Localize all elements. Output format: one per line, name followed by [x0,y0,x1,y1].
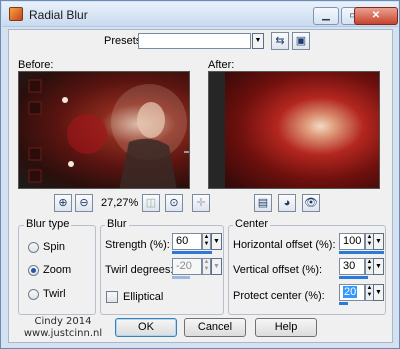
strength-slider[interactable] [172,251,212,254]
strength-label: Strength (%): [105,239,170,251]
proof-icon[interactable]: ◕ [278,194,296,212]
watermark: Cindy 2014 www.justcinn.nl [23,316,103,340]
zoom-actual-icon[interactable]: ⊙ [165,194,183,212]
after-preview-image [225,72,379,188]
elliptical-label: Elliptical [123,291,164,303]
protect-center-label: Protect center (%): [233,290,325,302]
dialog-client: Presets: ▼ ⇆ ▣ Before: After: ⊕ ⊖ 27,27%… [8,29,393,343]
watermark-line-2: www.justcinn.nl [23,328,103,339]
strength-dropdown[interactable]: ▼ [211,233,222,250]
twirl-radio[interactable] [28,289,39,300]
protect-center-dropdown[interactable]: ▼ [373,284,384,301]
presets-input[interactable] [138,33,251,49]
twirl-spinner[interactable]: ▲ ▼ [202,258,211,275]
vertical-offset-input[interactable]: 30 [339,258,365,275]
before-preview[interactable] [18,71,190,189]
twirl-degrees-label: Twirl degrees: [105,264,174,276]
preview-layout-icon[interactable]: ▤ [254,194,272,212]
title-bar[interactable]: Radial Blur ▁ ▭ ✕ [2,2,398,27]
window-title: Radial Blur [29,8,88,22]
vertical-offset-slider[interactable] [339,276,368,279]
help-button[interactable]: Help [255,318,317,337]
save-icon[interactable]: ▣ [292,32,310,50]
horizontal-offset-label: Horizontal offset (%): [233,239,336,251]
before-preview-image [28,79,189,188]
horizontal-offset-slider[interactable] [339,251,384,254]
twirl-dropdown[interactable]: ▼ [211,258,222,275]
protect-center-input[interactable]: 20 [339,284,365,301]
vertical-offset-label: Vertical offset (%): [233,264,323,276]
watermark-line-1: Cindy 2014 [34,316,92,327]
horizontal-offset-dropdown[interactable]: ▼ [373,233,384,250]
strength-input[interactable]: 60 [172,233,202,250]
after-label: After: [208,59,235,71]
auto-proof-icon[interactable]: 👁 [302,194,320,212]
zoom-label: Zoom [43,264,72,276]
spin-radio[interactable] [28,242,39,253]
close-button[interactable]: ✕ [354,7,398,25]
vertical-offset-dropdown[interactable]: ▼ [373,258,384,275]
dialog-window: Radial Blur ▁ ▭ ✕ Presets: ▼ ⇆ ▣ Before:… [0,0,400,349]
zoom-out-icon[interactable]: ⊖ [75,194,93,212]
zoom-level: 27,27% [101,197,139,209]
twirl-slider[interactable] [172,276,190,279]
ok-button[interactable]: OK [115,318,177,337]
reset-icon[interactable]: ⇆ [271,32,289,50]
before-label: Before: [18,59,54,71]
protect-center-slider[interactable] [339,302,348,305]
after-preview[interactable] [208,71,380,189]
twirl-degrees-input[interactable]: -20 [172,258,202,275]
twirl-label: Twirl [43,288,66,300]
strength-spinner[interactable]: ▲ ▼ [202,233,211,250]
fit-window-icon[interactable]: ◫ [142,194,160,212]
protect-center-value: 20 [343,286,358,298]
pan-icon[interactable]: ✛ [192,194,210,212]
zoom-in-icon[interactable]: ⊕ [54,194,72,212]
spin-label: Spin [43,241,66,253]
minimize-button[interactable]: ▁ [313,7,339,25]
app-icon [9,7,23,21]
blur-type-title: Blur type [24,218,72,230]
blur-title: Blur [105,218,129,230]
presets-dropdown-arrow[interactable]: ▼ [252,33,264,49]
horizontal-offset-input[interactable]: 100 [339,233,365,250]
center-title: Center [233,218,271,230]
elliptical-checkbox[interactable] [106,291,118,303]
cancel-button[interactable]: Cancel [184,318,246,337]
zoom-radio[interactable] [28,265,39,276]
